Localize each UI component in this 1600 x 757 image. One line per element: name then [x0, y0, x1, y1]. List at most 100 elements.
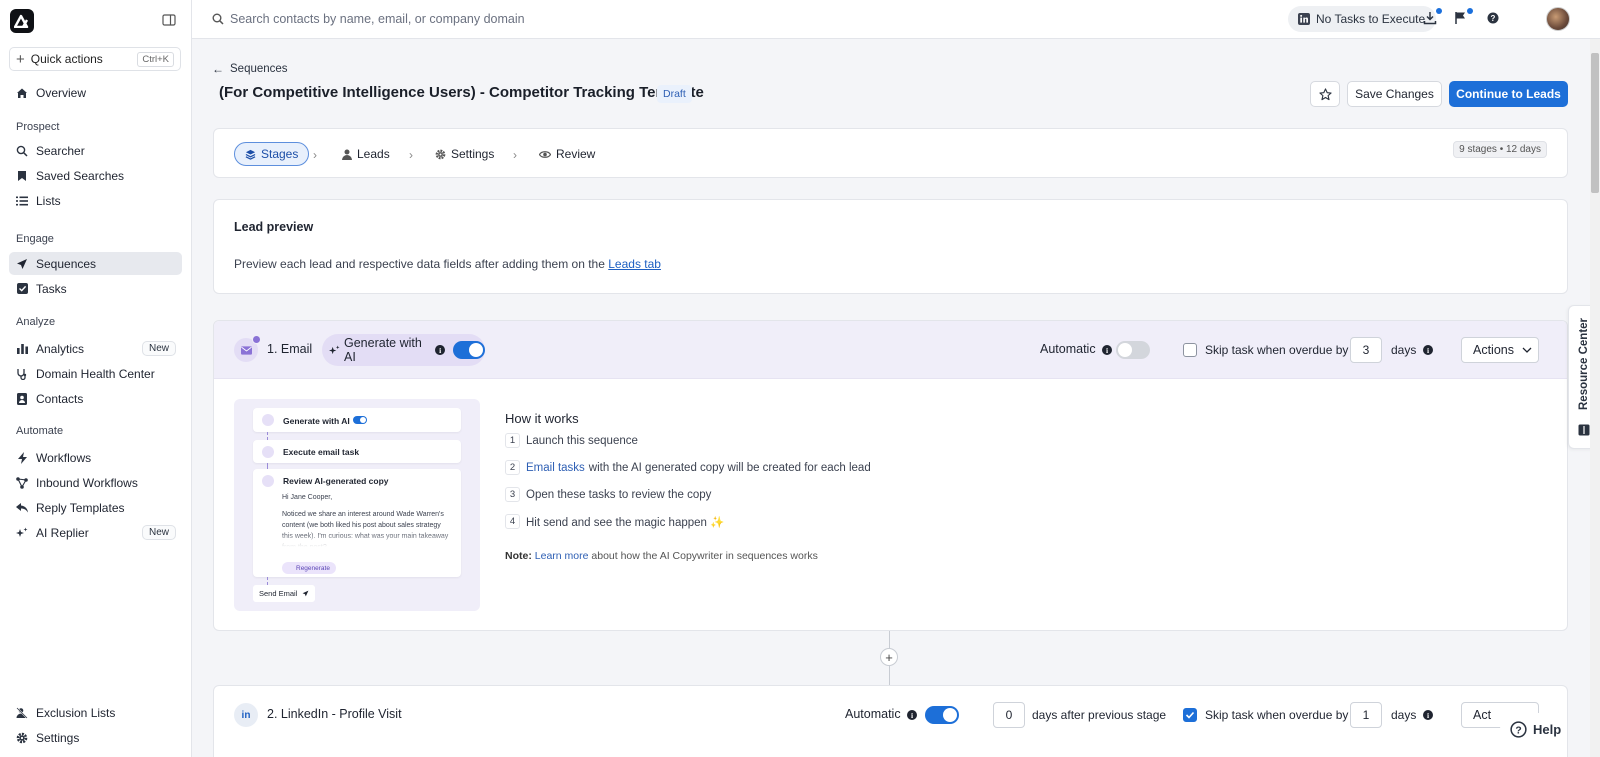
- actions-label: Actions: [1473, 343, 1514, 357]
- sidebar-item-inbound-workflows[interactable]: Inbound Workflows: [9, 471, 182, 494]
- help-circle-icon[interactable]: ?: [1486, 11, 1502, 27]
- generate-with-ai-label: Generate with AI: [344, 336, 422, 364]
- linkedin-icon: in: [234, 703, 258, 727]
- automatic-toggle[interactable]: [1116, 341, 1150, 359]
- info-icon[interactable]: i: [907, 710, 917, 720]
- add-stage-button[interactable]: +: [880, 648, 898, 666]
- info-icon[interactable]: i: [435, 345, 445, 355]
- sidebar-item-lists[interactable]: Lists: [9, 189, 182, 212]
- section-analyze: Analyze: [16, 316, 56, 328]
- info-icon[interactable]: i: [1102, 345, 1112, 355]
- sidebar-item-contacts[interactable]: Contacts: [9, 387, 182, 410]
- download-icon[interactable]: [1423, 8, 1442, 27]
- sidebar-item-label: Lists: [36, 193, 61, 208]
- star-icon: [1318, 87, 1332, 101]
- send-icon: [15, 257, 29, 271]
- avatar[interactable]: [1546, 7, 1570, 31]
- info-icon[interactable]: i: [1423, 345, 1433, 355]
- sidebar-item-label: Tasks: [36, 281, 67, 296]
- lead-preview-title: Lead preview: [234, 220, 314, 234]
- flag-icon[interactable]: [1454, 8, 1473, 27]
- skip-overdue-label: Skip task when overdue by: [1205, 708, 1349, 722]
- svg-text:?: ?: [1491, 14, 1496, 23]
- sidebar-item-label: AI Replier: [36, 525, 89, 540]
- search-input[interactable]: [230, 8, 750, 30]
- sidebar-item-overview[interactable]: Overview: [9, 81, 182, 104]
- sidebar-item-saved-searches[interactable]: Saved Searches: [9, 164, 182, 187]
- stage-title: 1. Email: [267, 342, 313, 356]
- app-logo[interactable]: [10, 9, 34, 33]
- mini-toggle: [353, 416, 367, 424]
- sidebar-item-ai-replier[interactable]: AI Replier New: [9, 521, 182, 544]
- continue-to-leads-button[interactable]: Continue to Leads: [1449, 81, 1568, 107]
- step-stages[interactable]: Stages: [234, 142, 310, 166]
- skip-overdue-days-input[interactable]: [1350, 337, 1382, 363]
- how-step-text: Open these tasks to review the copy: [526, 488, 712, 501]
- eye-icon: [262, 475, 274, 487]
- step-label: Stages: [261, 147, 299, 161]
- scrollbar-thumb[interactable]: [1591, 53, 1599, 193]
- step-leads[interactable]: Leads: [331, 142, 401, 166]
- learn-more-link[interactable]: Learn more: [535, 550, 589, 562]
- sidebar-item-exclusion-lists[interactable]: Exclusion Lists: [9, 701, 182, 724]
- sparkle-icon: [262, 414, 274, 426]
- skip-overdue-checkbox[interactable]: [1183, 343, 1197, 357]
- favorite-button[interactable]: [1310, 81, 1340, 107]
- page-scrollbar[interactable]: [1590, 39, 1600, 757]
- skip-overdue-checkbox[interactable]: [1183, 708, 1197, 722]
- sidebar-item-label: Searcher: [36, 143, 85, 158]
- sidebar-item-analytics[interactable]: Analytics New: [9, 337, 182, 360]
- sidebar-item-label: Inbound Workflows: [36, 475, 138, 490]
- sidebar-item-domain-health[interactable]: Domain Health Center: [9, 362, 182, 385]
- user-block-icon: [15, 706, 29, 720]
- email-stage-card: 1. Email Generate with AI i Automatic i …: [213, 320, 1568, 631]
- new-badge: New: [141, 341, 176, 356]
- sidebar-collapse-icon[interactable]: [162, 14, 178, 28]
- illustration-label: Review AI-generated copy: [283, 476, 389, 486]
- toggle-knob: [943, 708, 957, 722]
- sidebar-item-workflows[interactable]: Workflows: [9, 446, 182, 469]
- automatic-label: Automatic: [845, 707, 901, 721]
- stage-title: 2. LinkedIn - Profile Visit: [267, 707, 402, 721]
- section-prospect: Prospect: [16, 121, 60, 133]
- automatic-toggle[interactable]: [925, 706, 959, 724]
- sidebar-item-label: Contacts: [36, 391, 84, 406]
- save-changes-button[interactable]: Save Changes: [1347, 81, 1442, 107]
- lightning-icon: [15, 451, 29, 465]
- section-engage: Engage: [16, 233, 54, 245]
- illustration-generate-card: Generate with AI: [253, 408, 461, 432]
- step-settings[interactable]: Settings: [424, 142, 505, 166]
- sparkle-icon: [329, 344, 340, 356]
- sidebar-item-label: Sequences: [36, 256, 97, 271]
- step-number: 3: [505, 487, 520, 502]
- help-button[interactable]: ? Help: [1500, 713, 1566, 745]
- book-icon: [1578, 424, 1590, 436]
- back-to-sequences-link[interactable]: ← Sequences: [212, 62, 288, 76]
- generate-with-ai-toggle[interactable]: [452, 341, 485, 359]
- toggle-knob: [469, 343, 483, 357]
- actions-dropdown[interactable]: Actions: [1461, 337, 1539, 363]
- section-automate: Automate: [16, 425, 64, 437]
- no-tasks-button[interactable]: No Tasks to Execute: [1288, 6, 1436, 32]
- quick-actions-button[interactable]: + Quick actions Ctrl+K: [9, 47, 181, 71]
- sidebar-item-tasks[interactable]: Tasks: [9, 277, 182, 300]
- send-icon: [302, 590, 309, 597]
- email-icon: [262, 446, 274, 458]
- leads-tab-link[interactable]: Leads tab: [608, 257, 661, 271]
- sidebar-item-searcher[interactable]: Searcher: [9, 139, 182, 162]
- user-icon: [342, 149, 352, 160]
- info-icon[interactable]: i: [1423, 710, 1433, 720]
- sidebar-item-settings[interactable]: Settings: [9, 726, 182, 749]
- skip-overdue-days-input[interactable]: [1350, 702, 1382, 728]
- no-tasks-label: No Tasks to Execute: [1316, 12, 1426, 26]
- step-review[interactable]: Review: [528, 142, 606, 166]
- sidebar-item-label: Saved Searches: [36, 168, 125, 183]
- illustration-regenerate-chip: Regenerate: [282, 562, 336, 574]
- email-stage-icon: [234, 335, 261, 362]
- sidebar-item-sequences[interactable]: Sequences: [9, 252, 182, 275]
- page-title: (For Competitive Intelligence Users) - C…: [219, 84, 704, 101]
- sidebar-item-reply-templates[interactable]: Reply Templates: [9, 496, 182, 519]
- ai-copywriter-illustration: Generate with AI Execute email task Revi…: [234, 399, 480, 611]
- delay-days-input[interactable]: [993, 702, 1025, 728]
- email-tasks-link[interactable]: Email tasks: [526, 462, 585, 474]
